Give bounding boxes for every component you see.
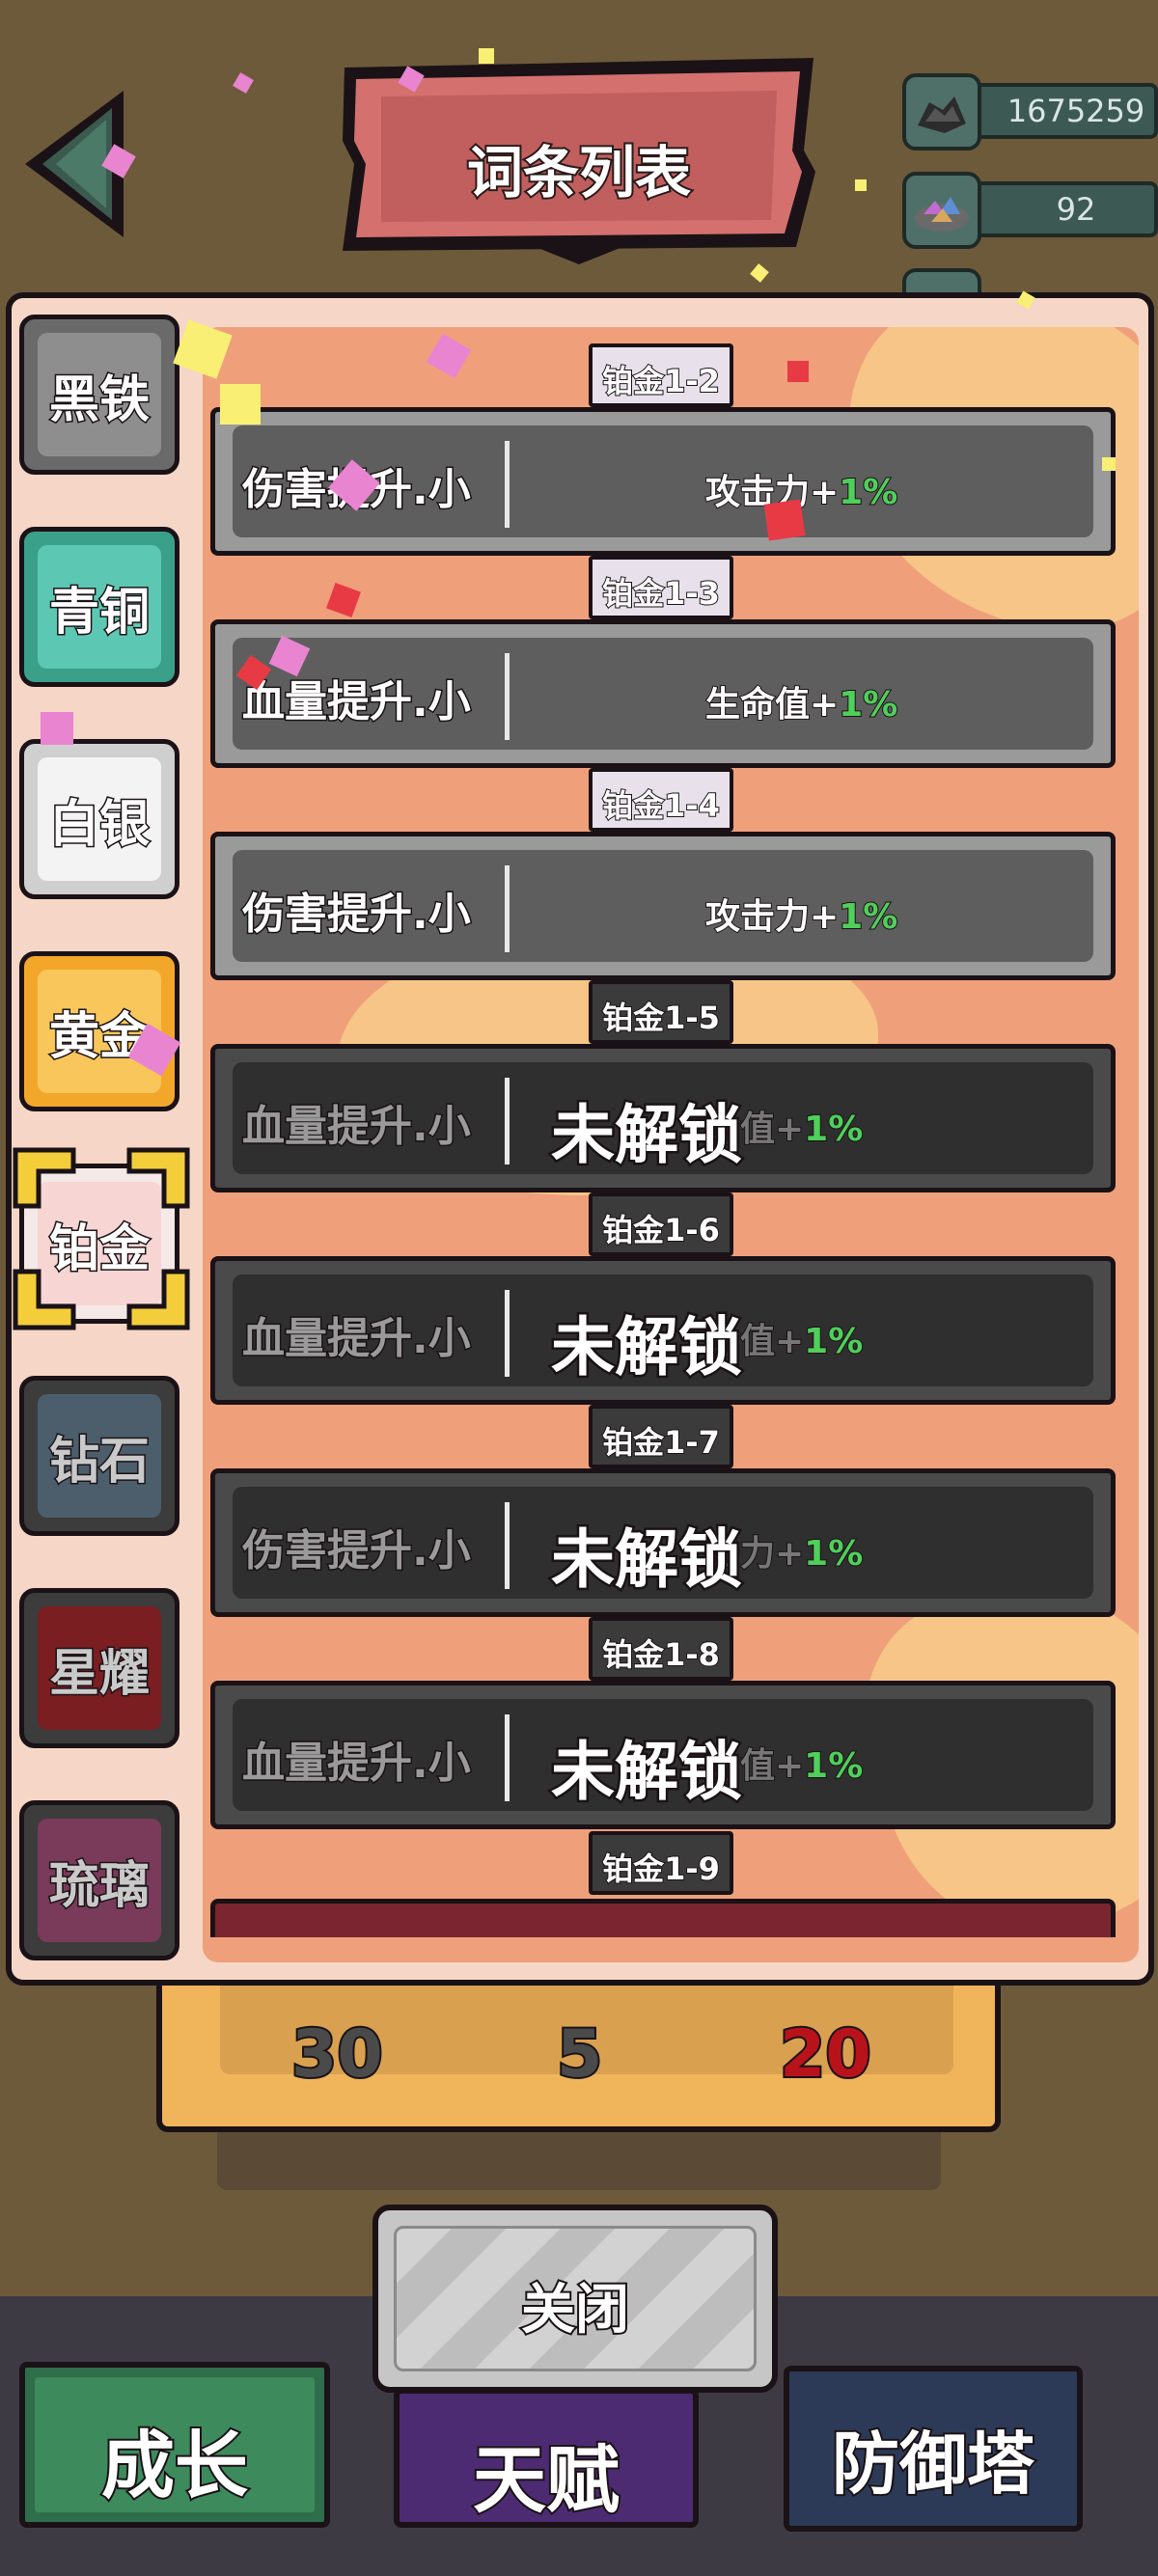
confetti	[763, 499, 806, 541]
nav-talent-button[interactable]: 天赋	[394, 2388, 699, 2528]
gem-pile-icon	[902, 172, 981, 249]
reward-count-3: 20	[778, 2014, 873, 2095]
tier-tab-diamond[interactable]: 钻石	[19, 1376, 179, 1536]
tier-tab-silver[interactable]: 白银	[19, 739, 179, 899]
resource-counter-gems: 92	[902, 172, 1158, 249]
entry-row-locked[interactable]: 血量提升.小 命值+1% 未解锁	[210, 1681, 1116, 1829]
reward-count-2: 5	[555, 2014, 604, 2095]
entry-row-locked[interactable]: 血量提升.小 命值+1% 未解锁	[210, 1044, 1116, 1192]
panel-shadow	[217, 2132, 941, 2190]
entry-tag: 铂金1-9	[589, 1831, 733, 1895]
entry-tag: 铂金1-6	[589, 1192, 733, 1256]
entry-row-locked[interactable]: 血量提升.小 命值+1% 未解锁	[210, 1256, 1116, 1405]
nav-growth-button[interactable]: 成长	[19, 2362, 330, 2528]
entry-effect: 攻击力+1%	[704, 896, 898, 938]
gem-count: 92	[1056, 191, 1096, 228]
confetti	[220, 384, 261, 425]
entry-tag: 铂金1-5	[589, 980, 733, 1044]
entry-name: 伤害提升.小	[241, 1525, 473, 1577]
entry-tag: 铂金1-8	[589, 1617, 733, 1681]
entry-name: 伤害提升.小	[241, 889, 473, 941]
locked-label: 未解锁	[549, 1521, 745, 1600]
entry-row[interactable]: 伤害提升.小 攻击力+1%	[210, 832, 1116, 980]
entry-tag: 铂金1-4	[589, 768, 733, 832]
locked-label: 未解锁	[549, 1096, 745, 1175]
entry-name: 血量提升.小	[241, 676, 473, 728]
page-title: 词条列表	[465, 138, 693, 207]
entry-row[interactable]: 血量提升.小 生命值+1%	[210, 619, 1116, 768]
nav-tower-button[interactable]: 防御塔	[784, 2366, 1083, 2532]
entry-name: 血量提升.小	[241, 1313, 473, 1365]
entry-row-partial[interactable]	[210, 1899, 1116, 1937]
ore-count: 1675259	[1006, 93, 1145, 129]
confetti	[787, 361, 809, 382]
reward-count-1: 30	[290, 2014, 385, 2095]
entry-tag: 铂金1-3	[589, 556, 733, 619]
entry-name: 血量提升.小	[241, 1101, 473, 1153]
entry-tag: 铂金1-2	[589, 343, 733, 407]
tier-tab-bronze[interactable]: 青铜	[19, 527, 179, 687]
confetti	[41, 712, 73, 745]
close-button[interactable]: 关闭	[372, 2205, 778, 2393]
tier-tab-star[interactable]: 星耀	[19, 1588, 179, 1748]
entry-effect: 攻击力+1%	[704, 472, 898, 513]
entry-effect: 生命值+1%	[704, 684, 898, 726]
entry-row-locked[interactable]: 伤害提升.小 击力+1% 未解锁	[210, 1468, 1116, 1617]
confetti	[479, 48, 494, 64]
entry-tag: 铂金1-7	[589, 1405, 733, 1468]
locked-label: 未解锁	[549, 1308, 745, 1387]
resource-counter-ore: 1675259	[902, 73, 1158, 151]
tier-tab-glaze[interactable]: 琉璃	[19, 1800, 179, 1960]
dark-ore-icon	[902, 73, 981, 151]
selected-tab-indicator	[13, 1147, 190, 1330]
confetti	[855, 179, 867, 191]
tier-tab-iron[interactable]: 黑铁	[19, 315, 179, 475]
confetti	[1102, 457, 1116, 471]
locked-label: 未解锁	[549, 1733, 745, 1812]
entry-name: 血量提升.小	[241, 1738, 473, 1790]
